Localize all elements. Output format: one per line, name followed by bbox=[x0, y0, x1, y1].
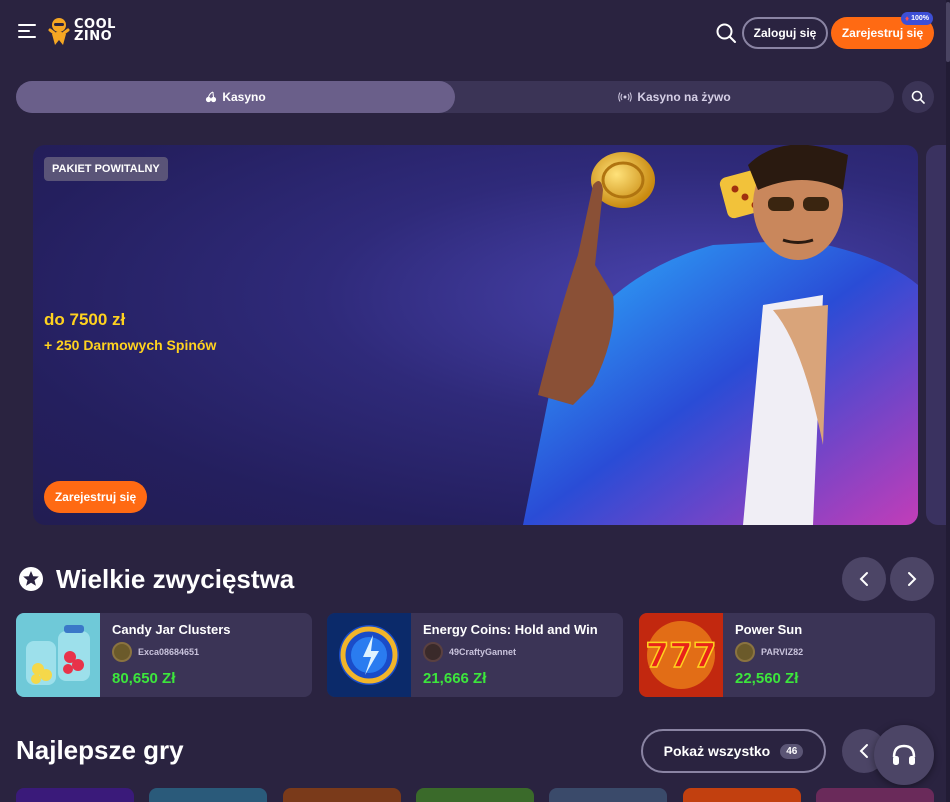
game-tile[interactable] bbox=[816, 788, 934, 802]
game-thumbnail bbox=[16, 613, 100, 697]
svg-text:777: 777 bbox=[646, 636, 717, 676]
bonus-badge-label: 100% bbox=[911, 15, 929, 22]
win-game-name: Energy Coins: Hold and Win bbox=[423, 622, 598, 637]
avatar bbox=[112, 642, 132, 662]
chevron-left-icon bbox=[859, 572, 868, 586]
win-username: PARVIZ82 bbox=[761, 647, 804, 657]
win-username: Exca08684651 bbox=[138, 647, 200, 657]
win-card[interactable]: Candy Jar Clusters Exca08684651 80,650 Z… bbox=[16, 613, 312, 697]
game-tile[interactable] bbox=[416, 788, 534, 802]
game-tile[interactable] bbox=[16, 788, 134, 802]
win-user: 49CraftyGannet bbox=[423, 642, 516, 662]
avatar bbox=[423, 642, 443, 662]
win-username: 49CraftyGannet bbox=[449, 647, 517, 657]
category-tabs: Kasyno Kasyno na żywo bbox=[16, 81, 894, 113]
win-user: PARVIZ82 bbox=[735, 642, 803, 662]
chevron-left-icon bbox=[859, 744, 868, 758]
promo-spins: + 250 Darmowych Spinów bbox=[44, 337, 217, 353]
logo-text: COOL ZINO bbox=[74, 17, 116, 44]
win-amount: 80,650 Zł bbox=[112, 670, 176, 687]
bonus-badge: ♦ 100% bbox=[901, 12, 933, 25]
search-icon bbox=[911, 90, 925, 104]
broadcast-icon bbox=[618, 92, 633, 102]
show-all-label: Pokaż wszystko bbox=[663, 743, 771, 759]
game-search-button[interactable] bbox=[902, 81, 934, 113]
games-count-badge: 46 bbox=[780, 743, 804, 759]
welcome-package-badge: PAKIET POWITALNY bbox=[44, 157, 168, 181]
star-icon bbox=[19, 567, 43, 591]
win-amount: 22,560 Zł bbox=[735, 670, 799, 687]
scrollbar[interactable] bbox=[946, 0, 950, 802]
avatar bbox=[735, 642, 755, 662]
search-icon[interactable] bbox=[714, 21, 738, 45]
login-button[interactable]: Zaloguj się bbox=[742, 17, 828, 49]
win-game-name: Candy Jar Clusters bbox=[112, 622, 231, 637]
tab-casino-label: Kasyno bbox=[222, 90, 266, 104]
cherry-icon bbox=[206, 91, 217, 103]
scrollbar-thumb[interactable] bbox=[946, 2, 950, 62]
win-amount: 21,666 Zł bbox=[423, 670, 487, 687]
logo[interactable]: COOL ZINO bbox=[48, 16, 116, 46]
big-wins-next-button[interactable] bbox=[890, 557, 934, 601]
game-thumbnail bbox=[327, 613, 411, 697]
tab-live-label: Kasyno na żywo bbox=[637, 90, 731, 104]
menu-icon[interactable] bbox=[18, 24, 38, 40]
tab-live-casino[interactable]: Kasyno na żywo bbox=[455, 81, 894, 113]
game-tile[interactable] bbox=[549, 788, 667, 802]
headphones-icon bbox=[892, 744, 916, 765]
logo-mascot-icon bbox=[48, 18, 70, 45]
game-tile[interactable] bbox=[149, 788, 267, 802]
game-tile[interactable] bbox=[683, 788, 801, 802]
promo-amount: do 7500 zł bbox=[44, 310, 126, 329]
win-game-name: Power Sun bbox=[735, 622, 803, 637]
game-tile[interactable] bbox=[283, 788, 401, 802]
big-wins-title: Wielkie zwycięstwa bbox=[56, 564, 295, 594]
win-card[interactable]: Energy Coins: Hold and Win 49CraftyGanne… bbox=[327, 613, 623, 697]
banner-register-button[interactable]: Zarejestruj się bbox=[44, 481, 147, 513]
promo-banner[interactable]: PAKIET POWITALNY do 7500 zł + 250 Darmow… bbox=[33, 145, 918, 525]
header: COOL ZINO Zaloguj się Zarejestruj się ♦ … bbox=[0, 0, 950, 66]
chevron-right-icon bbox=[908, 572, 917, 586]
gift-icon: ♦ bbox=[905, 14, 910, 23]
hero-illustration bbox=[523, 145, 918, 525]
top-games-title: Najlepsze gry bbox=[16, 735, 184, 765]
win-user: Exca08684651 bbox=[112, 642, 199, 662]
tab-casino[interactable]: Kasyno bbox=[16, 81, 455, 113]
show-all-button[interactable]: Pokaż wszystko 46 bbox=[641, 729, 826, 773]
game-thumbnail: 777 bbox=[639, 613, 723, 697]
win-card[interactable]: 777 Power Sun PARVIZ82 22,560 Zł bbox=[639, 613, 935, 697]
support-chat-button[interactable] bbox=[874, 725, 934, 785]
big-wins-prev-button[interactable] bbox=[842, 557, 886, 601]
